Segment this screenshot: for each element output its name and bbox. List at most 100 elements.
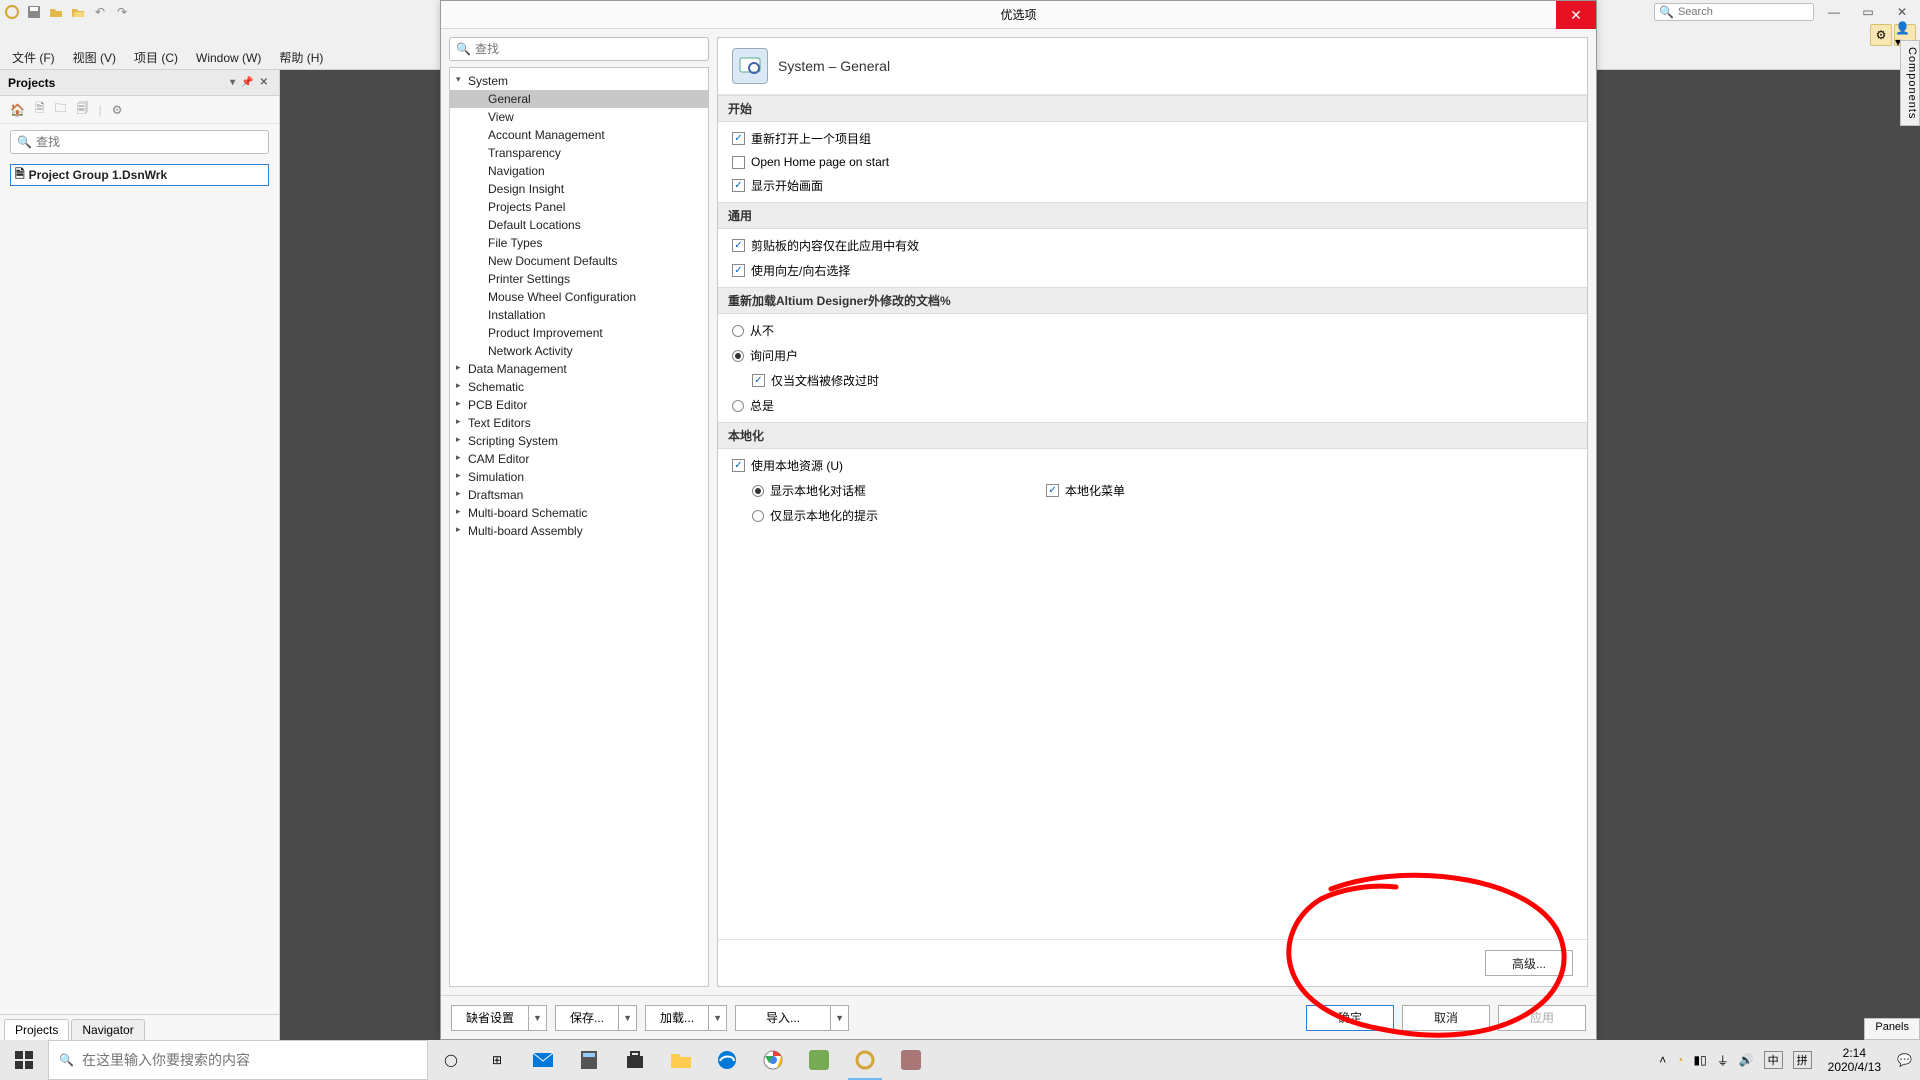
toolbar-doc-icon[interactable]: 🗎 [35,99,45,120]
task-edge-icon[interactable] [704,1040,750,1080]
load-button[interactable]: 加载...▼ [645,1005,727,1031]
tree-data-management[interactable]: Data Management [450,360,708,378]
tree-multiboard-asm[interactable]: Multi-board Assembly [450,522,708,540]
tree-schematic[interactable]: Schematic [450,378,708,396]
task-chrome-icon[interactable] [750,1040,796,1080]
cb-only-modified[interactable]: ✓ [752,374,765,387]
rb-always[interactable] [732,400,744,412]
tree-file-types[interactable]: File Types [450,234,708,252]
panel-menu-icon[interactable]: ▾ [227,77,238,88]
task-calculator-icon[interactable] [566,1040,612,1080]
ok-button[interactable]: 确定 [1306,1005,1394,1031]
open-icon[interactable] [48,4,64,20]
global-search[interactable]: 🔍 [1654,3,1814,21]
task-explorer-icon[interactable] [658,1040,704,1080]
panel-pin-icon[interactable]: 📌 [238,77,256,88]
task-taskview-icon[interactable]: ⊞ [474,1040,520,1080]
tray-volume-icon[interactable]: 🔊 [1739,1053,1754,1067]
task-mail-icon[interactable] [520,1040,566,1080]
save-icon[interactable] [26,4,42,20]
toolbar-copy-icon[interactable]: 🗐 [77,99,89,120]
tree-general[interactable]: General [450,90,708,108]
rb-never[interactable] [732,325,744,337]
cancel-button[interactable]: 取消 [1402,1005,1490,1031]
tree-system[interactable]: System [450,72,708,90]
toolbar-gear-icon[interactable]: ⚙ [112,103,123,117]
open-alt-icon[interactable] [70,4,86,20]
redo-icon[interactable]: ↷ [114,4,130,20]
task-altium-icon[interactable] [842,1040,888,1080]
rb-show-dlg[interactable] [752,485,764,497]
advanced-button[interactable]: 高级... [1485,950,1573,976]
undo-icon[interactable]: ↶ [92,4,108,20]
tray-ime1[interactable]: 中 [1764,1051,1783,1069]
projects-search-input[interactable] [36,135,262,149]
tree-default-locations[interactable]: Default Locations [450,216,708,234]
task-app1-icon[interactable] [796,1040,842,1080]
taskbar-search[interactable]: 🔍 [48,1040,428,1080]
tray-chevron-icon[interactable]: ˄ [1659,1053,1666,1067]
tab-navigator[interactable]: Navigator [71,1019,144,1040]
tray-ime2[interactable]: 拼 [1793,1051,1812,1069]
dialog-tree-search[interactable]: 🔍 [449,37,709,61]
tray-clock[interactable]: 2:14 2020/4/13 [1822,1046,1887,1075]
rb-only-hint[interactable] [752,510,764,522]
tree-account[interactable]: Account Management [450,126,708,144]
menu-window[interactable]: Window (W) [188,49,269,67]
cb-openhome[interactable] [732,156,745,169]
save-button[interactable]: 保存...▼ [555,1005,637,1031]
cb-clipboard[interactable]: ✓ [732,239,745,252]
tray-notifications-icon[interactable]: 💬 [1897,1053,1912,1067]
close-button[interactable]: ✕ [1888,2,1916,22]
task-cortana-icon[interactable]: ◯ [428,1040,474,1080]
dialog-close-button[interactable]: ✕ [1556,1,1596,29]
cb-splash[interactable]: ✓ [732,179,745,192]
dialog-tree-search-input[interactable] [475,42,702,56]
tree-design-insight[interactable]: Design Insight [450,180,708,198]
tab-projects[interactable]: Projects [4,1019,69,1040]
settings-icon[interactable]: ⚙ [1870,24,1892,46]
minimize-button[interactable]: — [1820,2,1848,22]
panels-button[interactable]: Panels [1864,1018,1920,1040]
defaults-button[interactable]: 缺省设置▼ [451,1005,547,1031]
tree-view[interactable]: View [450,108,708,126]
cb-leftright[interactable]: ✓ [732,264,745,277]
cb-reopen[interactable]: ✓ [732,132,745,145]
apply-button[interactable]: 应用 [1498,1005,1586,1031]
tree-navigation[interactable]: Navigation [450,162,708,180]
cb-local-menu[interactable]: ✓ [1046,484,1059,497]
tree-cam-editor[interactable]: CAM Editor [450,450,708,468]
tree-printer-settings[interactable]: Printer Settings [450,270,708,288]
tree-mouse-wheel[interactable]: Mouse Wheel Configuration [450,288,708,306]
tray-app-icon[interactable]: ◔ [1676,1053,1683,1067]
cb-use-local[interactable]: ✓ [732,459,745,472]
start-button[interactable] [0,1040,48,1080]
tree-projects-panel[interactable]: Projects Panel [450,198,708,216]
global-search-input[interactable] [1678,6,1820,18]
tree-network-activity[interactable]: Network Activity [450,342,708,360]
components-side-tab[interactable]: Components [1900,40,1920,126]
preferences-tree[interactable]: System General View Account Management T… [449,67,709,987]
taskbar-search-input[interactable] [82,1052,417,1068]
menu-view[interactable]: 视图 (V) [65,47,124,68]
task-store-icon[interactable] [612,1040,658,1080]
tree-simulation[interactable]: Simulation [450,468,708,486]
tree-installation[interactable]: Installation [450,306,708,324]
projects-search[interactable]: 🔍 [10,130,269,154]
task-app2-icon[interactable] [888,1040,934,1080]
panel-close-icon[interactable]: ✕ [257,77,271,88]
tray-battery-icon[interactable]: ▮▯ [1693,1053,1706,1067]
tree-pcb-editor[interactable]: PCB Editor [450,396,708,414]
tree-scripting[interactable]: Scripting System [450,432,708,450]
project-group-item[interactable]: 🗎 Project Group 1.DsnWrk [10,164,269,186]
menu-help[interactable]: 帮助 (H) [271,47,331,68]
tree-new-doc-defaults[interactable]: New Document Defaults [450,252,708,270]
tree-product-improvement[interactable]: Product Improvement [450,324,708,342]
tray-wifi-icon[interactable]: ⏚ [1717,1052,1729,1069]
maximize-button[interactable]: ▭ [1854,2,1882,22]
toolbar-home-icon[interactable]: 🏠 [10,103,25,117]
menu-file[interactable]: 文件 (F) [4,47,63,68]
import-button[interactable]: 导入...▼ [735,1005,849,1031]
tree-multiboard-sch[interactable]: Multi-board Schematic [450,504,708,522]
rb-ask[interactable] [732,350,744,362]
